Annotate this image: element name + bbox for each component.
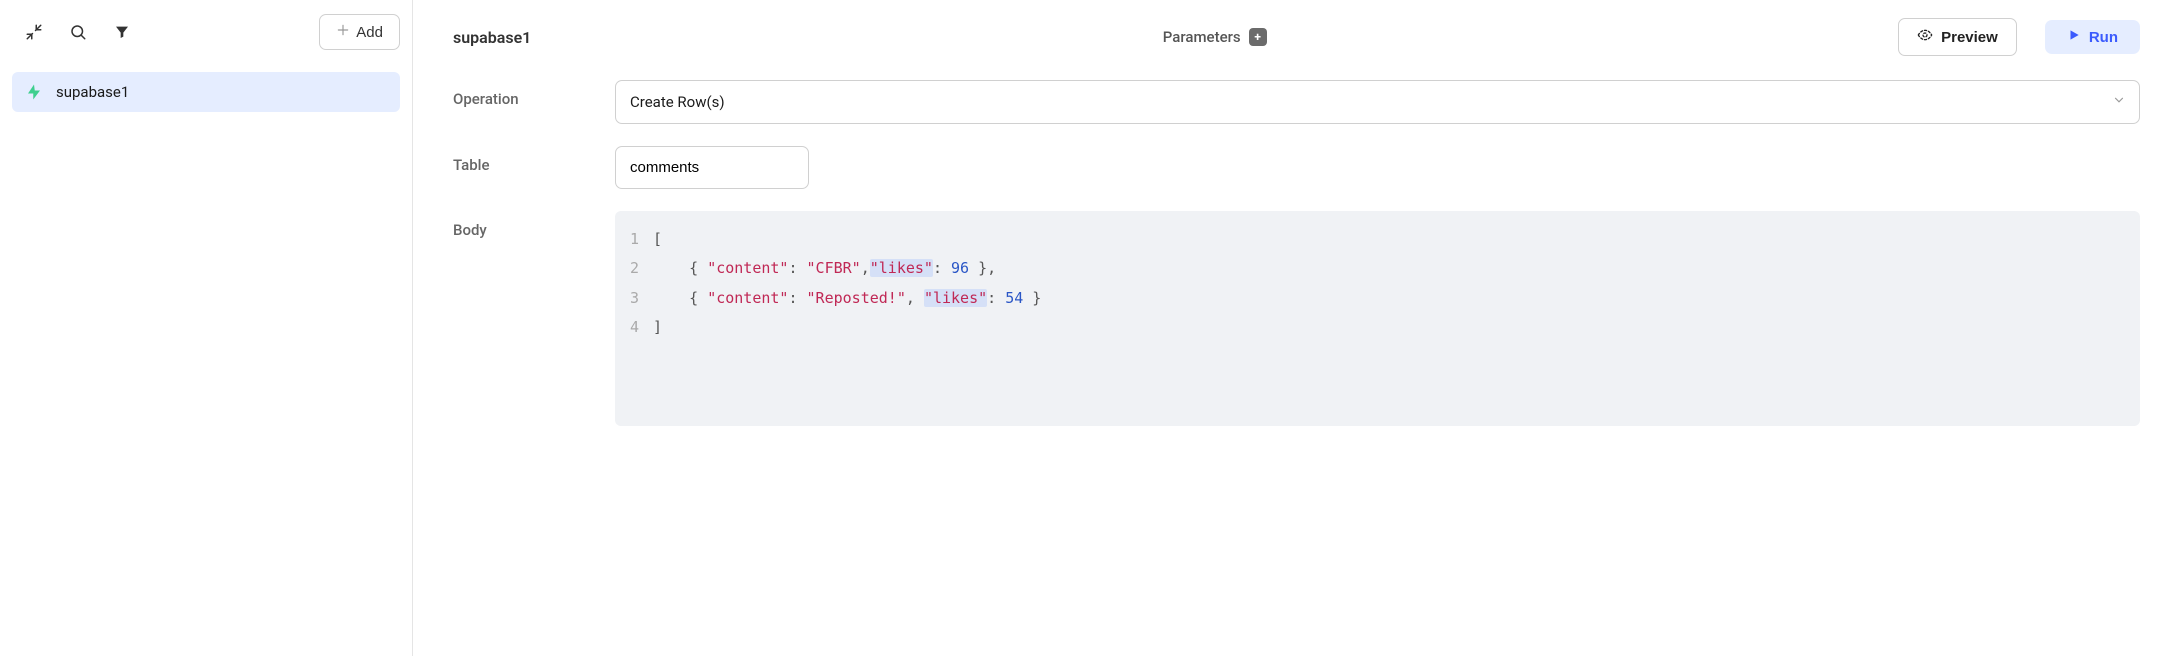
operation-value: Create Row(s): [615, 80, 2140, 124]
sidebar-list: supabase1: [12, 72, 400, 112]
line-number: 3: [623, 284, 653, 313]
sidebar-item-label: supabase1: [56, 83, 129, 101]
table-input[interactable]: [615, 146, 809, 189]
body-editor[interactable]: 1[ 2 { "content": "CFBR","likes": 96 }, …: [615, 211, 2140, 426]
sidebar-toolbar: Add: [12, 12, 400, 52]
eye-icon: [1917, 27, 1933, 47]
supabase-icon: [24, 82, 44, 102]
sidebar-item-supabase1[interactable]: supabase1: [12, 72, 400, 112]
line-number: 2: [623, 254, 653, 283]
table-label: Table: [453, 146, 615, 174]
run-button-label: Run: [2089, 29, 2118, 46]
query-name[interactable]: supabase1: [453, 28, 531, 47]
collapse-icon[interactable]: [22, 20, 46, 44]
add-button[interactable]: Add: [319, 14, 400, 50]
body-label: Body: [453, 211, 615, 239]
line-number: 4: [623, 313, 653, 342]
parameters-label: Parameters: [1163, 28, 1241, 46]
operation-label: Operation: [453, 80, 615, 108]
operation-select[interactable]: Create Row(s): [615, 80, 2140, 124]
filter-icon[interactable]: [110, 20, 134, 44]
line-number: 1: [623, 225, 653, 254]
chevron-down-icon: [2112, 93, 2126, 111]
sidebar: Add supabase1: [0, 0, 413, 656]
plus-icon: [336, 23, 350, 41]
run-button[interactable]: Run: [2045, 20, 2140, 54]
preview-button-label: Preview: [1941, 29, 1998, 46]
preview-button[interactable]: Preview: [1898, 18, 2017, 56]
add-button-label: Add: [356, 24, 383, 41]
add-parameter-button[interactable]: +: [1249, 28, 1267, 46]
search-icon[interactable]: [66, 20, 90, 44]
main-panel: supabase1 Parameters + Preview Run Opera…: [413, 0, 2180, 656]
play-icon: [2067, 28, 2081, 46]
main-header: supabase1 Parameters + Preview Run: [413, 0, 2180, 74]
